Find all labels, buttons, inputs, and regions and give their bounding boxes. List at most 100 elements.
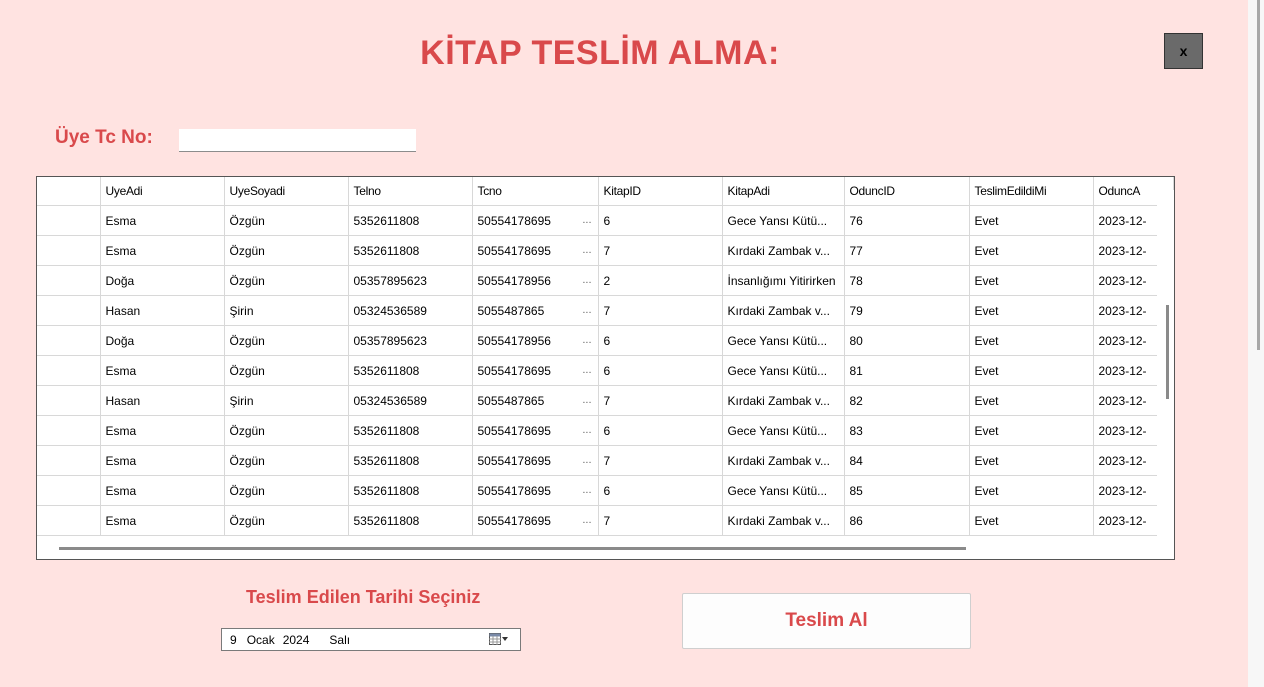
cell-uye-soyadi[interactable]: Özgün [224,445,349,476]
column-header[interactable]: UyeAdi [100,177,225,206]
cell-kitap-adi[interactable]: İnsanlığımı Yitirirken [722,265,845,296]
cell-telno[interactable]: 05324536589 [348,295,473,326]
cell-uye-soyadi[interactable]: Özgün [224,415,349,446]
cell-kitap-id[interactable]: 7 [598,445,723,476]
cell-telno[interactable]: 5352611808 [348,205,473,236]
ellipsis-button[interactable]: ... [582,394,591,406]
column-header[interactable]: Tcno [472,177,599,206]
cell-kitap-id[interactable]: 7 [598,295,723,326]
column-header[interactable]: Telno [348,177,473,206]
row-header-cell[interactable] [37,265,101,296]
table-row[interactable]: Doğa Özgün 05357895623 50554178956... 2 İnsan… [37,265,1174,296]
cell-uye-adi[interactable]: Hasan [100,385,225,416]
teslim-al-button[interactable]: Teslim Al [682,593,971,649]
window-scroll-thumb[interactable] [1257,0,1260,350]
cell-tcno[interactable]: 50554178695... [472,505,599,536]
cell-teslim[interactable]: Evet [969,205,1094,236]
table-row[interactable]: Esma Özgün 5352611808 50554178695... 6 Gece Y… [37,415,1174,446]
cell-tcno[interactable]: 50554178695... [472,235,599,266]
row-header-cell[interactable] [37,415,101,446]
cell-uye-soyadi[interactable]: Şirin [224,295,349,326]
cell-kitap-id[interactable]: 7 [598,235,723,266]
cell-kitap-id[interactable]: 2 [598,265,723,296]
cell-odunc-id[interactable]: 85 [844,475,970,506]
cell-kitap-adi[interactable]: Gece Yansı Kütü... [722,355,845,386]
cell-uye-adi[interactable]: Doğa [100,265,225,296]
cell-uye-soyadi[interactable]: Özgün [224,265,349,296]
table-row[interactable]: Esma Özgün 5352611808 50554178695... 6 Gece Y… [37,205,1174,236]
row-header-cell[interactable] [37,505,101,536]
table-row[interactable]: Hasan Şirin 05324536589 5055487865... 7 Kırda… [37,295,1174,326]
cell-tcno[interactable]: 50554178956... [472,325,599,356]
cell-uye-adi[interactable]: Hasan [100,295,225,326]
cell-teslim[interactable]: Evet [969,475,1094,506]
ellipsis-button[interactable]: ... [582,304,591,316]
tc-no-input[interactable] [179,129,416,152]
cell-odunc-id[interactable]: 83 [844,415,970,446]
row-header-corner[interactable] [37,177,101,206]
cell-odunc-id[interactable]: 81 [844,355,970,386]
cell-telno[interactable]: 05357895623 [348,265,473,296]
calendar-dropdown-icon[interactable] [489,633,509,645]
ellipsis-button[interactable]: ... [582,454,591,466]
cell-telno[interactable]: 05357895623 [348,325,473,356]
table-row[interactable]: Doğa Özgün 05357895623 50554178956... 6 Gece … [37,325,1174,356]
ellipsis-button[interactable]: ... [582,514,591,526]
return-date-picker[interactable]: 9 Ocak 2024 Salı [221,628,521,651]
cell-tcno[interactable]: 50554178695... [472,205,599,236]
cell-uye-soyadi[interactable]: Özgün [224,355,349,386]
cell-kitap-id[interactable]: 6 [598,475,723,506]
cell-uye-soyadi[interactable]: Özgün [224,475,349,506]
cell-teslim[interactable]: Evet [969,415,1094,446]
cell-teslim[interactable]: Evet [969,265,1094,296]
table-row[interactable]: Esma Özgün 5352611808 50554178695... 7 Kırdak… [37,445,1174,476]
ellipsis-button[interactable]: ... [582,484,591,496]
ellipsis-button[interactable]: ... [582,364,591,376]
ellipsis-button[interactable]: ... [582,244,591,256]
cell-uye-adi[interactable]: Esma [100,475,225,506]
ellipsis-button[interactable]: ... [582,214,591,226]
cell-telno[interactable]: 05324536589 [348,385,473,416]
ellipsis-button[interactable]: ... [582,334,591,346]
row-header-cell[interactable] [37,235,101,266]
cell-tcno[interactable]: 50554178695... [472,445,599,476]
cell-teslim[interactable]: Evet [969,445,1094,476]
cell-odunc-id[interactable]: 79 [844,295,970,326]
cell-kitap-id[interactable]: 7 [598,385,723,416]
cell-uye-adi[interactable]: Esma [100,235,225,266]
column-header[interactable]: UyeSoyadi [224,177,349,206]
cell-odunc-id[interactable]: 80 [844,325,970,356]
table-row[interactable]: Hasan Şirin 05324536589 5055487865... 7 Kırda… [37,385,1174,416]
cell-uye-adi[interactable]: Esma [100,445,225,476]
loans-data-grid[interactable]: UyeAdi UyeSoyadi Telno Tcno KitapID Kita… [36,176,1175,560]
cell-kitap-adi[interactable]: Gece Yansı Kütü... [722,475,845,506]
cell-kitap-id[interactable]: 6 [598,205,723,236]
grid-horizontal-scroll-thumb[interactable] [59,547,966,550]
cell-telno[interactable]: 5352611808 [348,505,473,536]
cell-odunc-id[interactable]: 76 [844,205,970,236]
cell-uye-adi[interactable]: Esma [100,415,225,446]
cell-tcno[interactable]: 50554178956... [472,265,599,296]
column-header[interactable]: TeslimEdildiMi [969,177,1094,206]
table-row[interactable]: Esma Özgün 5352611808 50554178695... 7 Kırdak… [37,235,1174,266]
table-row[interactable]: Esma Özgün 5352611808 50554178695... 6 Gece Y… [37,355,1174,386]
row-header-cell[interactable] [37,325,101,356]
cell-teslim[interactable]: Evet [969,235,1094,266]
table-row[interactable]: Esma Özgün 5352611808 50554178695... 7 Kırdak… [37,505,1174,536]
cell-telno[interactable]: 5352611808 [348,475,473,506]
cell-tcno[interactable]: 50554178695... [472,415,599,446]
cell-uye-adi[interactable]: Doğa [100,325,225,356]
cell-odunc-id[interactable]: 78 [844,265,970,296]
cell-kitap-adi[interactable]: Gece Yansı Kütü... [722,325,845,356]
cell-kitap-adi[interactable]: Kırdaki Zambak v... [722,385,845,416]
cell-teslim[interactable]: Evet [969,325,1094,356]
cell-teslim[interactable]: Evet [969,295,1094,326]
column-header[interactable]: KitapAdi [722,177,845,206]
row-header-cell[interactable] [37,445,101,476]
close-button[interactable]: x [1164,33,1203,69]
column-header[interactable]: OduncID [844,177,970,206]
cell-tcno[interactable]: 50554178695... [472,475,599,506]
column-header[interactable]: KitapID [598,177,723,206]
cell-kitap-id[interactable]: 6 [598,415,723,446]
row-header-cell[interactable] [37,295,101,326]
